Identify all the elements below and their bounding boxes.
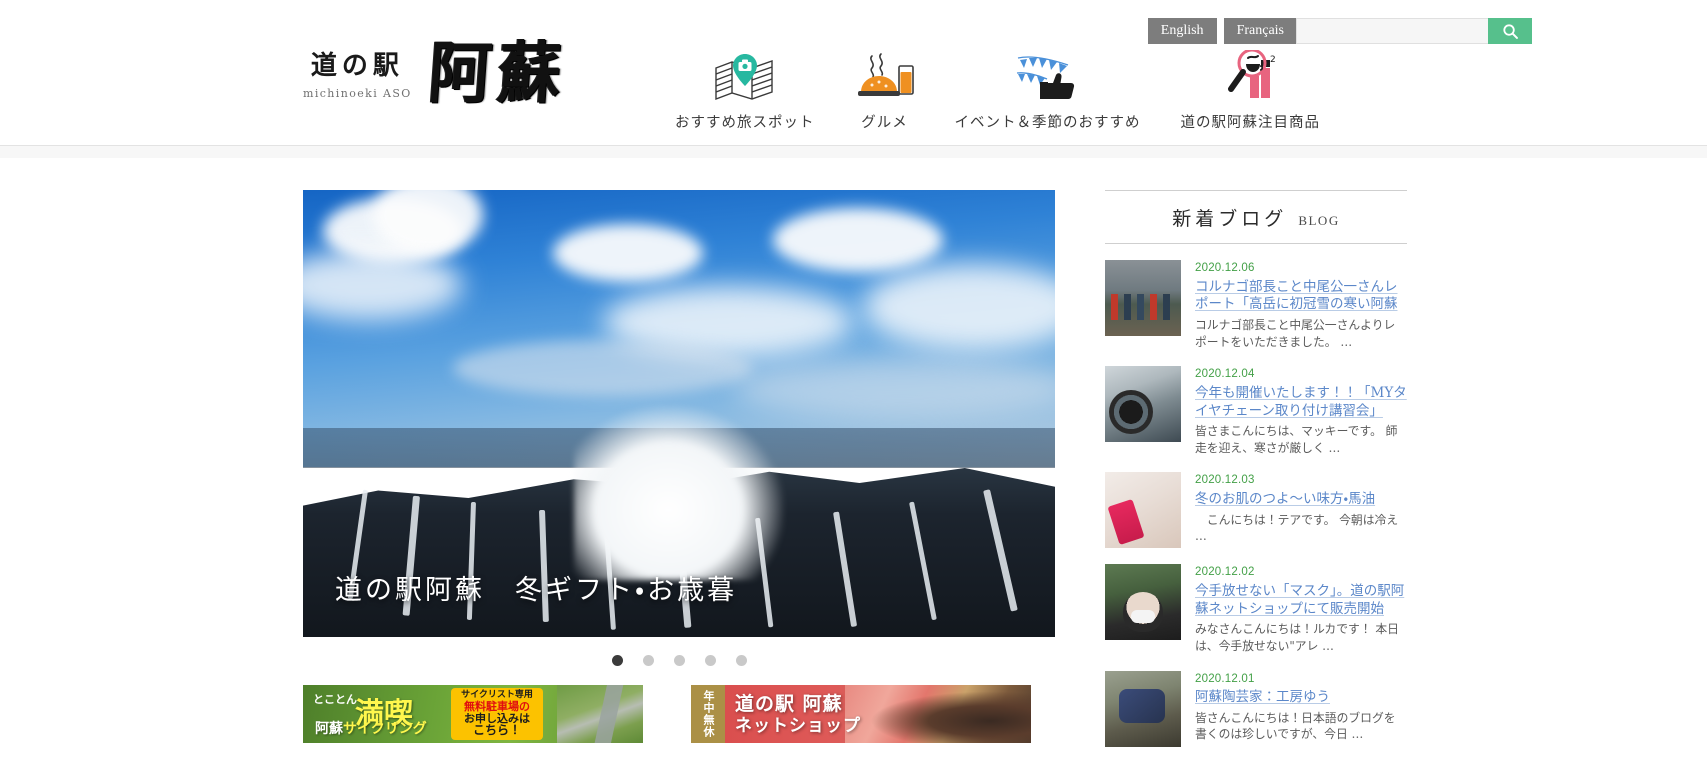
blog-post-date: 2020.12.03 [1195,474,1255,487]
nav-item-gourmet[interactable]: グルメ [835,48,935,132]
blog-post-title[interactable]: 阿蘇陶芸家：工房ゆう [1195,689,1407,707]
blog-post-item[interactable]: 2020.12.02 今手放せない「マスク」。道の駅阿蘇ネットショップにて販売開… [1105,548,1407,654]
language-switcher: English Français [1147,18,1297,45]
hero-steam-plume [574,404,784,580]
blog-section-header: 新着ブログ BLOG [1105,190,1407,244]
blog-post-date: 2020.12.01 [1195,672,1255,685]
carousel-dots [303,655,1055,666]
blog-sidebar: 新着ブログ BLOG 2020.12.06 コルナゴ部長こと中尾公一さんレポート… [1105,190,1407,747]
hero-carousel[interactable]: 道の駅阿蘇 冬ギフト・お歳暮 ‹ › [303,190,1055,637]
carousel-dot-1[interactable] [611,655,623,666]
blog-post-date: 2020.12.02 [1195,566,1255,579]
cycling-banner[interactable]: とことん 満喫 阿蘇サイクリング サイクリスト専用 無料駐車場の お申し込みは … [303,685,643,743]
blog-post-excerpt: みなさんこんにちは！ルカです！ 本日は、今手放せない"アレ … [1195,622,1399,653]
blog-post-item[interactable]: 2020.12.03 冬のお肌のつよ〜い味方・馬油 こんにちは！テアです。 今朝… [1105,456,1407,549]
carousel-dot-2[interactable] [642,655,654,666]
food-drink-icon [855,48,915,102]
logo-romaji-text: michinoeki ASO [303,86,412,100]
site-header: 道の駅 michinoeki ASO 阿蘇 English Français お… [0,0,1707,146]
blog-post-item[interactable]: 2020.12.01 阿蘇陶芸家：工房ゆう 皆さんこんにちは！日本語のブログを書… [1105,655,1407,747]
blog-post-body: 2020.12.03 冬のお肌のつよ〜い味方・馬油 こんにちは！テアです。 今朝… [1195,472,1407,548]
nav-label-events: イベント＆季節のおすすめ [954,115,1141,131]
netshop-banner-ribbon: 年中無休 [691,685,725,743]
magnifier-chart-icon: 2 [1218,48,1282,102]
nav-label-travel-spots: おすすめ旅スポット [675,115,815,131]
logo-text-block: 道の駅 michinoeki ASO [303,44,412,100]
map-pin-camera-icon [712,48,778,102]
page-root: 道の駅 michinoeki ASO 阿蘇 English Français お… [0,0,1707,757]
site-logo[interactable]: 道の駅 michinoeki ASO 阿蘇 [303,34,570,112]
netshop-banner-line-2: ネットショップ [735,715,861,736]
blog-post-excerpt: こんにちは！テアです。 今朝は冷え … [1195,512,1399,544]
blog-post-title[interactable]: 今年も開催いたします！！「MYタイヤチェーン取り付け講習会」 [1195,385,1407,421]
blog-post-date: 2020.12.04 [1195,368,1255,381]
svg-text:2: 2 [1270,55,1276,65]
promo-banners: とことん 満喫 阿蘇サイクリング サイクリスト専用 無料駐車場の お申し込みは … [303,685,1055,743]
blog-post-thumbnail [1105,472,1181,549]
blog-post-title[interactable]: コルナゴ部長こと中尾公一さんレポート「高岳に初冠雪の寒い阿蘇 [1195,279,1407,315]
nav-item-events[interactable]: イベント＆季節のおすすめ [935,48,1161,132]
carousel-dot-5[interactable] [735,655,747,666]
blog-post-title[interactable]: 今手放せない「マスク」。道の駅阿蘇ネットショップにて販売開始 [1195,583,1407,619]
netshop-banner[interactable]: 年中無休 道の駅 阿蘇 ネットショップ [691,685,1031,743]
blog-post-body: 2020.12.04 今年も開催いたします！！「MYタイヤチェーン取り付け講習会… [1195,366,1407,456]
netshop-banner-food-photo [845,685,1031,743]
cycling-banner-subtitle: 阿蘇サイクリング [315,718,427,738]
blog-post-excerpt: 皆さまこんにちは、マッキーです。 師走を迎え、寒さが厳しく … [1195,424,1398,455]
blog-post-body: 2020.12.01 阿蘇陶芸家：工房ゆう 皆さんこんにちは！日本語のブログを書… [1195,671,1407,747]
carousel-dot-4[interactable] [704,655,716,666]
callout-line-2: 無料駐車場の [464,699,530,713]
cycling-banner-callout: サイクリスト専用 無料駐車場の お申し込みは こちら！ [451,688,543,740]
blog-title-japanese: 新着ブログ [1172,208,1288,230]
hero-caption: 道の駅阿蘇 冬ギフト・お歳暮 [335,575,738,606]
nav-label-gourmet: グルメ [861,115,908,131]
netshop-banner-ribbon-text: 年中無休 [702,690,715,738]
cycling-banner-subtitle-highlight: サイクリング [343,721,427,737]
blog-post-date: 2020.12.06 [1195,262,1255,274]
netshop-banner-line-1: 道の駅 阿蘇 [735,693,843,715]
cycling-banner-road-photo [557,685,643,743]
search-input[interactable] [1296,18,1488,44]
blog-post-title[interactable]: 冬のお肌のつよ〜い味方・馬油 [1195,491,1407,509]
blog-title-english: BLOG [1298,213,1340,228]
blog-post-item[interactable]: 2020.12.06 コルナゴ部長こと中尾公一さんレポート「高岳に初冠雪の寒い阿… [1105,244,1407,350]
global-nav: おすすめ旅スポット グルメ イベント＆季節のおすすめ 2 道の駅阿蘇注目商品 [655,48,1340,132]
main-content: 道の駅阿蘇 冬ギフト・お歳暮 ‹ › とことん 満喫 阿蘇サイクリング サイクリ… [0,158,1707,757]
blog-post-item[interactable]: 2020.12.04 今年も開催いたします！！「MYタイヤチェーン取り付け講習会… [1105,350,1407,456]
blog-post-excerpt: 皆さんこんにちは！日本語のブログを書くのは珍しいですが、今日 … [1195,710,1396,742]
blog-post-body: 2020.12.02 今手放せない「マスク」。道の駅阿蘇ネットショップにて販売開… [1195,564,1407,654]
lang-english-button[interactable]: English [1147,18,1217,45]
blog-post-thumbnail [1105,366,1181,443]
search-form [1296,18,1532,44]
blog-post-body: 2020.12.06 コルナゴ部長こと中尾公一さんレポート「高岳に初冠雪の寒い阿… [1195,260,1407,350]
callout-line-4: こちら！ [472,723,521,738]
nav-item-featured-products[interactable]: 2 道の駅阿蘇注目商品 [1161,48,1341,132]
cycling-banner-top-text: とことん [313,693,357,706]
logo-japanese-text: 道の駅 [310,51,404,81]
netshop-banner-text: 道の駅 阿蘇 ネットショップ [735,693,861,736]
carousel-dot-3[interactable] [673,655,685,666]
logo-brush-calligraphy: 阿蘇 [425,33,570,113]
search-icon [1502,23,1518,39]
search-button[interactable] [1488,18,1532,44]
nav-item-travel-spots[interactable]: おすすめ旅スポット [655,48,835,132]
header-gray-band [0,146,1707,158]
blog-post-excerpt: コルナゴ部長こと中尾公一さんよりレポートをいただきました。 … [1195,318,1396,349]
bunting-thumbsup-icon [1016,48,1080,102]
blog-post-thumbnail [1105,260,1181,336]
blog-post-thumbnail [1105,564,1181,641]
lang-francais-button[interactable]: Français [1223,18,1297,45]
blog-post-thumbnail [1105,670,1181,747]
nav-label-featured-products: 道の駅阿蘇注目商品 [1180,115,1320,131]
cycling-banner-subtitle-prefix: 阿蘇 [315,721,343,737]
